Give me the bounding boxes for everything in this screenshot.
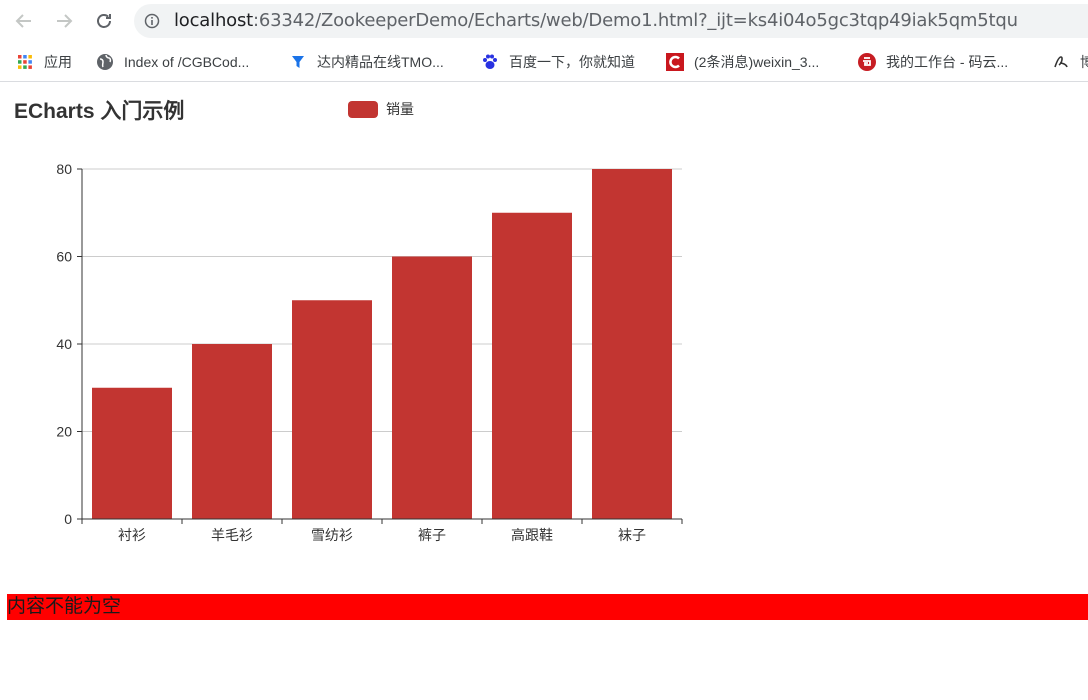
bar bbox=[192, 344, 272, 519]
x-tick-label: 袜子 bbox=[618, 528, 646, 544]
x-tick-label: 高跟鞋 bbox=[511, 527, 553, 544]
x-tick-label: 雪纺衫 bbox=[311, 528, 353, 544]
info-icon[interactable] bbox=[144, 13, 160, 29]
bookmark-gitee[interactable]: 我的工作台 - 码云... bbox=[858, 50, 1008, 74]
bookmark-label: Index of /CGBCod... bbox=[124, 54, 250, 70]
bookmark-label: 达内精品在线TMO... bbox=[317, 54, 444, 70]
bookmark-apps[interactable]: 应用 bbox=[16, 50, 72, 74]
apps-grid-icon bbox=[16, 53, 34, 71]
address-bar[interactable]: localhost:63342/ZookeeperDemo/Echarts/we… bbox=[134, 4, 1088, 38]
legend-swatch bbox=[348, 100, 378, 118]
back-button[interactable] bbox=[11, 8, 37, 34]
bookmark-blog[interactable]: 博 bbox=[1052, 50, 1088, 74]
back-arrow-icon bbox=[15, 14, 31, 28]
page-title: ECharts 入门示例 bbox=[14, 100, 185, 123]
bookmark-label: (2条消息)weixin_3... bbox=[694, 54, 820, 70]
reload-button[interactable] bbox=[91, 8, 117, 34]
url-host: localhost bbox=[174, 10, 253, 31]
x-tick-label: 裤子 bbox=[418, 528, 446, 544]
bookmarks-bar: 应用 Index of /CGBCod... 达内精品在线TMO... 百度一下… bbox=[0, 42, 1088, 82]
url-text[interactable]: localhost:63342/ZookeeperDemo/Echarts/we… bbox=[174, 11, 1018, 31]
bar bbox=[92, 387, 172, 519]
bookmark-label: 百度一下，你就知道 bbox=[509, 54, 635, 70]
y-tick-label: 80 bbox=[56, 161, 72, 177]
bar bbox=[492, 212, 572, 519]
bookmark-label: 博 bbox=[1080, 54, 1088, 70]
bookmark-csdn[interactable]: (2条消息)weixin_3... bbox=[666, 50, 819, 74]
bookmark-label: 我的工作台 - 码云... bbox=[886, 54, 1009, 70]
error-message: 内容不能为空 bbox=[7, 594, 1088, 620]
bookmark-script-icon bbox=[1052, 53, 1070, 71]
y-tick-label: 40 bbox=[56, 336, 72, 352]
url-path: :63342/ZookeeperDemo/Echarts/web/Demo1.h… bbox=[253, 10, 1018, 31]
bookmark-tmooc[interactable]: 达内精品在线TMO... bbox=[289, 50, 444, 74]
legend-label: 销量 bbox=[386, 101, 414, 117]
y-tick-label: 60 bbox=[56, 249, 72, 265]
bar-chart: 0 20 40 60 80 衬衫 羊毛衫 雪纺衫 裤子 高跟鞋 袜子 bbox=[56, 161, 683, 544]
x-tick-label: 羊毛衫 bbox=[211, 528, 253, 544]
forward-button[interactable] bbox=[51, 8, 77, 34]
x-tick-label: 衬衫 bbox=[118, 528, 146, 544]
csdn-c-icon bbox=[666, 53, 684, 71]
forward-arrow-icon bbox=[57, 14, 73, 28]
bar bbox=[592, 169, 672, 519]
chart-legend[interactable]: 销量 bbox=[348, 99, 414, 119]
bookmark-index-cgbcode[interactable]: Index of /CGBCod... bbox=[96, 50, 249, 74]
bookmark-baidu[interactable]: 百度一下，你就知道 bbox=[481, 50, 635, 74]
y-tick-label: 20 bbox=[56, 424, 72, 440]
globe-icon bbox=[96, 53, 114, 71]
reload-icon bbox=[97, 14, 111, 28]
bookmark-label: 应用 bbox=[44, 54, 72, 70]
baidu-paw-icon bbox=[481, 53, 499, 71]
browser-toolbar: localhost:63342/ZookeeperDemo/Echarts/we… bbox=[0, 0, 1088, 42]
gitee-icon bbox=[858, 53, 876, 71]
funnel-icon bbox=[289, 53, 307, 71]
y-tick-label: 0 bbox=[64, 511, 72, 527]
bar bbox=[292, 300, 372, 519]
bar bbox=[392, 256, 472, 519]
